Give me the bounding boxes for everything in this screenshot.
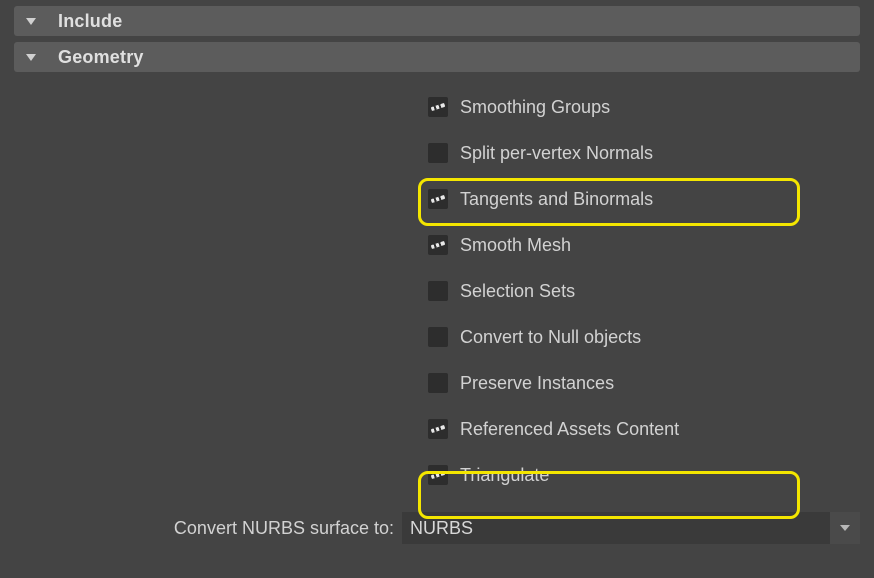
option-label: Referenced Assets Content [460, 419, 679, 440]
option-label: Tangents and Binormals [460, 189, 653, 210]
nurbs-dropdown[interactable]: NURBS [402, 512, 860, 544]
checkbox-triangulate[interactable] [428, 465, 448, 485]
option-smooth-mesh: Smooth Mesh [428, 222, 874, 268]
nurbs-row: Convert NURBS surface to: NURBS [0, 510, 874, 546]
option-label: Preserve Instances [460, 373, 614, 394]
section-header-geometry[interactable]: Geometry [14, 42, 860, 72]
checkbox-referenced-assets[interactable] [428, 419, 448, 439]
nurbs-dropdown-value: NURBS [402, 518, 473, 539]
geometry-options-list: Smoothing Groups Split per-vertex Normal… [428, 84, 874, 498]
chevron-down-icon [840, 525, 850, 531]
option-label: Smooth Mesh [460, 235, 571, 256]
dropdown-arrow-box [830, 512, 860, 544]
option-selection-sets: Selection Sets [428, 268, 874, 314]
option-referenced-assets: Referenced Assets Content [428, 406, 874, 452]
option-label: Triangulate [460, 465, 549, 486]
checkbox-convert-null[interactable] [428, 327, 448, 347]
disclosure-triangle-icon [26, 54, 36, 61]
option-label: Convert to Null objects [460, 327, 641, 348]
checkbox-preserve-instances[interactable] [428, 373, 448, 393]
checkbox-smoothing-groups[interactable] [428, 97, 448, 117]
option-label: Selection Sets [460, 281, 575, 302]
option-triangulate: Triangulate [428, 452, 874, 498]
checkbox-smooth-mesh[interactable] [428, 235, 448, 255]
checkbox-split-normals[interactable] [428, 143, 448, 163]
option-tangents-binormals: Tangents and Binormals [428, 176, 874, 222]
section-title: Geometry [58, 47, 144, 68]
option-preserve-instances: Preserve Instances [428, 360, 874, 406]
section-header-include[interactable]: Include [14, 6, 860, 36]
option-label: Split per-vertex Normals [460, 143, 653, 164]
option-split-normals: Split per-vertex Normals [428, 130, 874, 176]
checkbox-tangents-binormals[interactable] [428, 189, 448, 209]
nurbs-label: Convert NURBS surface to: [0, 518, 402, 539]
option-label: Smoothing Groups [460, 97, 610, 118]
option-convert-null: Convert to Null objects [428, 314, 874, 360]
disclosure-triangle-icon [26, 18, 36, 25]
checkbox-selection-sets[interactable] [428, 281, 448, 301]
section-title: Include [58, 11, 122, 32]
option-smoothing-groups: Smoothing Groups [428, 84, 874, 130]
